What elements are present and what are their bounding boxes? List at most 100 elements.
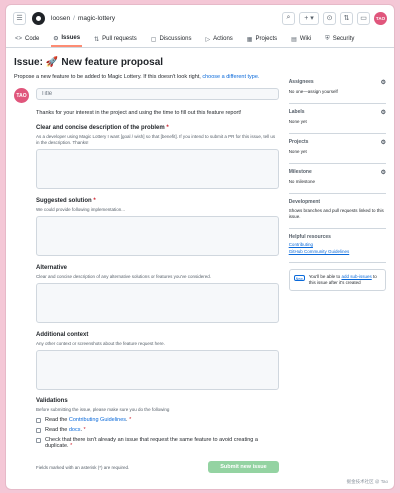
sub-issues-link[interactable]: add sub-issues bbox=[341, 274, 371, 279]
repo-tabs: <> Code ⊙ Issues ⇅ Pull requests ▢ Discussio… bbox=[6, 31, 394, 48]
field-label: Additional context bbox=[36, 332, 279, 338]
submit-issue-button[interactable]: Submit new issue bbox=[208, 461, 279, 473]
tab-wiki[interactable]: ▤ Wiki bbox=[289, 31, 313, 47]
required-marker: * bbox=[83, 427, 86, 433]
shield-icon: ⛨ bbox=[325, 35, 330, 42]
field-label-text: Suggested solution bbox=[36, 198, 92, 204]
check-duplicate: Check that there isn't already an issue … bbox=[36, 437, 279, 449]
top-bar: ☰ loosen / magic-lottery ⌕ + ▾ ⊙ ⇅ ▭ TAO bbox=[6, 5, 394, 31]
docs-link[interactable]: docs bbox=[69, 427, 81, 433]
browser-window: ☰ loosen / magic-lottery ⌕ + ▾ ⊙ ⇅ ▭ TAO… bbox=[5, 4, 395, 490]
sidebar-milestone[interactable]: Milestone ⚙ No milestone bbox=[288, 164, 386, 194]
contributing-link[interactable]: Contributing Guidelines bbox=[69, 417, 126, 423]
inbox-button[interactable]: ▭ bbox=[357, 11, 370, 25]
context-textarea[interactable] bbox=[36, 350, 279, 390]
field-description: Clear and concise description of the pro… bbox=[36, 125, 279, 189]
subline-text: Propose a new feature to be added to Mag… bbox=[14, 74, 201, 80]
choose-type-link[interactable]: choose a different type. bbox=[202, 74, 259, 80]
field-alternative: Alternative Clear and concise descriptio… bbox=[36, 265, 279, 323]
gear-icon[interactable]: ⚙ bbox=[381, 169, 386, 176]
description-textarea[interactable] bbox=[36, 149, 279, 189]
tab-code[interactable]: <> Code bbox=[13, 31, 41, 47]
field-label-text: Clear and concise description of the pro… bbox=[36, 125, 165, 131]
required-marker: * bbox=[166, 125, 169, 131]
main-column: Issue: 🚀 New feature proposal Propose a … bbox=[14, 48, 279, 473]
required-note: Fields marked with an asterisk (*) are r… bbox=[36, 464, 130, 470]
sidebar-value: No milestone bbox=[288, 179, 315, 184]
checkbox[interactable] bbox=[36, 427, 41, 433]
issues-button[interactable]: ⊙ bbox=[323, 11, 336, 25]
tab-label: Actions bbox=[213, 36, 233, 42]
page-title: Issue: 🚀 New feature proposal bbox=[14, 57, 279, 68]
check-docs: Read the docs. * bbox=[36, 427, 279, 433]
tab-label: Code bbox=[25, 36, 40, 42]
sub-issues-tip: New You'll be able to add sub-issues to … bbox=[288, 269, 386, 291]
field-desc: Any other context or screenshots about t… bbox=[36, 341, 165, 346]
template-subline: Propose a new feature to be added to Mag… bbox=[14, 74, 279, 80]
validations-title: Validations bbox=[36, 398, 68, 404]
checkbox[interactable] bbox=[36, 417, 41, 423]
tab-security[interactable]: ⛨ Security bbox=[323, 31, 356, 47]
tab-label: Wiki bbox=[299, 36, 312, 42]
sidebar-development: Development Shows branches and pull requ… bbox=[288, 194, 386, 229]
sidebar-labels[interactable]: Labels ⚙ None yet bbox=[288, 104, 386, 134]
sidebar-heading: Helpful resources bbox=[289, 234, 386, 240]
tab-pull-requests[interactable]: ⇅ Pull requests bbox=[92, 31, 139, 47]
tip-text-pre: You'll be able to bbox=[308, 274, 341, 279]
new-badge: New bbox=[293, 275, 305, 281]
pull-request-icon: ⇅ bbox=[94, 36, 100, 43]
solution-textarea[interactable] bbox=[36, 216, 279, 256]
field-solution: Suggested solution * We could provide fo… bbox=[36, 198, 279, 256]
sidebar-heading: Assignees ⚙ bbox=[289, 79, 386, 86]
pull-requests-button[interactable]: ⇅ bbox=[340, 11, 353, 25]
github-logo-icon[interactable] bbox=[32, 11, 45, 25]
tab-label: Issues bbox=[61, 35, 81, 41]
gear-icon[interactable]: ⚙ bbox=[381, 139, 386, 146]
check-text: . bbox=[126, 417, 128, 423]
gear-icon[interactable]: ⚙ bbox=[381, 79, 386, 86]
tab-projects[interactable]: ▦ Projects bbox=[245, 31, 279, 47]
check-text: Read the bbox=[45, 417, 68, 423]
content: Issue: 🚀 New feature proposal Propose a … bbox=[6, 48, 394, 473]
title-input[interactable] bbox=[36, 88, 279, 100]
sidebar-heading-text: Assignees bbox=[288, 79, 314, 85]
search-button[interactable]: ⌕ bbox=[282, 11, 295, 25]
gear-icon[interactable]: ⚙ bbox=[381, 109, 386, 116]
pull-request-icon: ⇅ bbox=[343, 15, 350, 22]
breadcrumb-owner[interactable]: loosen bbox=[51, 15, 70, 22]
check-contributing: Read the Contributing Guidelines. * bbox=[36, 417, 279, 423]
sidebar-heading: Projects ⚙ bbox=[289, 139, 386, 146]
user-avatar[interactable]: TAO bbox=[374, 11, 387, 25]
form-footer: Fields marked with an asterisk (*) are r… bbox=[36, 461, 279, 473]
form-intro: Thanks for your interest in the project … bbox=[36, 110, 242, 116]
sidebar-heading-text: Projects bbox=[288, 139, 309, 145]
field-additional-context: Additional context Any other context or … bbox=[36, 332, 279, 390]
tab-discussions[interactable]: ▢ Discussions bbox=[149, 31, 194, 47]
create-new-button[interactable]: + ▾ bbox=[299, 11, 319, 25]
top-right-controls: ⌕ + ▾ ⊙ ⇅ ▭ TAO bbox=[282, 11, 387, 25]
field-desc: Clear and concise description of any alt… bbox=[36, 274, 211, 279]
validations-desc: Before submitting the issue, please make… bbox=[36, 407, 170, 412]
sidebar-heading: Development bbox=[289, 199, 386, 205]
tab-actions[interactable]: ▷ Actions bbox=[203, 31, 234, 47]
field-label: Suggested solution * bbox=[36, 198, 279, 204]
field-desc: We could provide following implementatio… bbox=[36, 207, 125, 212]
comment-icon: ▢ bbox=[150, 36, 157, 43]
sidebar-heading: Labels ⚙ bbox=[289, 109, 386, 116]
alternative-textarea[interactable] bbox=[36, 283, 279, 323]
breadcrumb-repo[interactable]: magic-lottery bbox=[78, 15, 115, 22]
tab-label: Security bbox=[332, 36, 355, 42]
field-label-text: Alternative bbox=[36, 265, 68, 271]
contributing-resource-link[interactable]: Contributing bbox=[289, 242, 386, 247]
tab-issues[interactable]: ⊙ Issues bbox=[51, 31, 83, 47]
issue-form: TAO Thanks for your interest in the proj… bbox=[14, 88, 279, 473]
checkbox[interactable] bbox=[36, 437, 41, 443]
check-label: Read the Contributing Guidelines. * bbox=[45, 417, 131, 423]
sidebar-projects[interactable]: Projects ⚙ None yet bbox=[288, 134, 386, 164]
issue-icon: ⊙ bbox=[53, 35, 59, 42]
sidebar-assignees[interactable]: Assignees ⚙ No one—assign yourself bbox=[288, 74, 386, 104]
sidebar-value: None yet bbox=[288, 119, 307, 124]
menu-button[interactable]: ☰ bbox=[13, 11, 26, 25]
search-icon: ⌕ bbox=[286, 14, 291, 21]
community-guidelines-link[interactable]: GitHub Community Guidelines bbox=[289, 249, 386, 254]
